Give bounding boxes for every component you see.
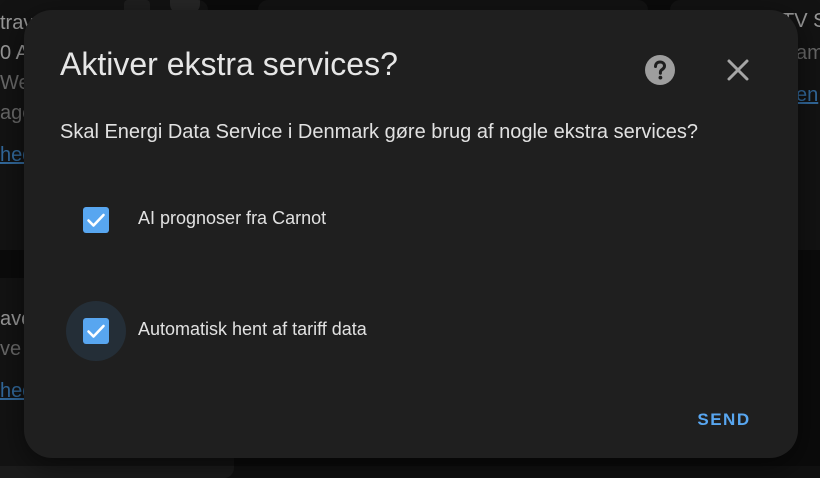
option-tariff-data[interactable]: Automatisk hent af tariff data bbox=[66, 301, 666, 361]
close-button[interactable] bbox=[724, 56, 752, 84]
send-button[interactable]: SEND bbox=[684, 406, 764, 434]
checkbox-ai-prognoser[interactable] bbox=[83, 207, 109, 233]
option-label[interactable]: Automatisk hent af tariff data bbox=[138, 319, 367, 340]
option-ai-prognoser[interactable]: AI prognoser fra Carnot bbox=[66, 190, 666, 250]
checkmark-icon bbox=[87, 213, 105, 227]
option-label[interactable]: AI prognoser fra Carnot bbox=[138, 208, 326, 229]
extra-services-dialog: Aktiver ekstra services? Skal Energi Dat… bbox=[24, 10, 798, 458]
help-circle-icon bbox=[645, 55, 675, 85]
dialog-title: Aktiver ekstra services? bbox=[60, 46, 398, 82]
checkbox-tariff-data[interactable] bbox=[83, 318, 109, 344]
help-button[interactable] bbox=[644, 54, 676, 86]
close-icon bbox=[727, 59, 749, 81]
dialog-question: Skal Energi Data Service i Denmark gøre … bbox=[60, 121, 699, 143]
checkmark-icon bbox=[87, 324, 105, 338]
